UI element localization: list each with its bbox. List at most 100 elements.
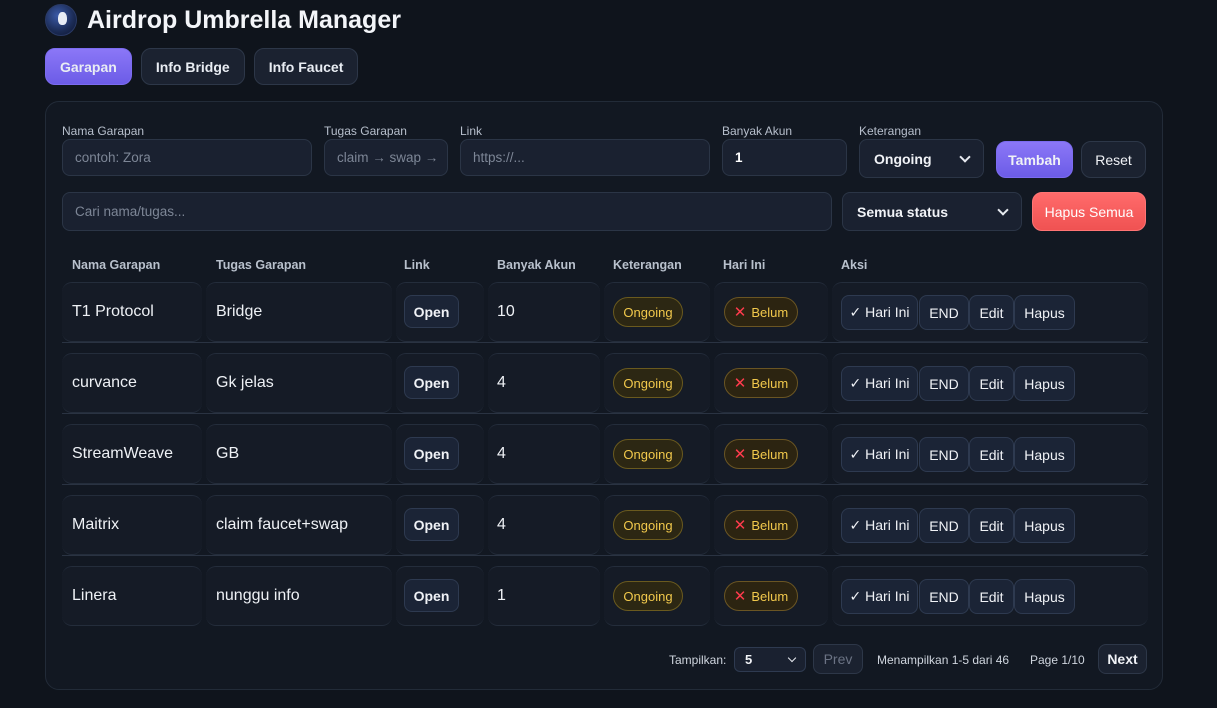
pagination-summary: Menampilkan 1-5 dari 46 xyxy=(877,653,1010,667)
nama-label: Nama Garapan xyxy=(62,124,145,138)
add-button[interactable]: Tambah xyxy=(996,141,1073,178)
keterangan-label: Keterangan xyxy=(859,124,922,138)
app-header: Airdrop Umbrella Manager xyxy=(45,4,401,36)
end-button[interactable]: END xyxy=(919,366,969,401)
end-button[interactable]: END xyxy=(919,579,969,614)
tab-info-faucet[interactable]: Info Faucet xyxy=(253,48,359,85)
today-badge: ✕ Belum xyxy=(724,510,798,540)
delete-button[interactable]: Hapus xyxy=(1014,366,1075,401)
status-badge: Ongoing xyxy=(613,581,683,611)
edit-button[interactable]: Edit xyxy=(969,295,1014,330)
garapan-card: Nama Garapan Tugas Garapan Link Banyak A… xyxy=(45,101,1163,690)
table-row: Linera nunggu info Open 1 Ongoing ✕ Belum… xyxy=(62,566,1148,626)
akun-label: Banyak Akun xyxy=(722,124,793,138)
header-nama: Nama Garapan xyxy=(72,258,161,272)
today-badge: ✕ Belum xyxy=(724,439,798,469)
row-tugas: Bridge xyxy=(216,303,263,320)
row-nama: curvance xyxy=(72,374,137,391)
header-tugas: Tugas Garapan xyxy=(216,258,307,272)
header-hari-ini: Hari Ini xyxy=(723,258,766,272)
today-badge: ✕ Belum xyxy=(724,581,798,611)
row-nama: Maitrix xyxy=(72,516,120,533)
row-akun: 4 xyxy=(497,516,506,533)
table-row: T1 Protocol Bridge Open 10 Ongoing ✕ Belu… xyxy=(62,282,1148,343)
page-size-select[interactable]: 5 xyxy=(734,647,806,672)
row-nama: T1 Protocol xyxy=(72,303,154,320)
nama-input[interactable]: contoh: Zora xyxy=(62,139,312,176)
end-button[interactable]: END xyxy=(919,437,969,472)
header-aksi: Aksi xyxy=(841,258,868,272)
row-nama: Linera xyxy=(72,587,117,604)
edit-button[interactable]: Edit xyxy=(969,579,1014,614)
keterangan-select-value: Ongoing xyxy=(874,150,932,167)
mark-today-button[interactable]: ✓ Hari Ini xyxy=(841,579,918,614)
row-akun: 4 xyxy=(497,374,506,391)
reset-button[interactable]: Reset xyxy=(1081,141,1146,178)
open-link-button[interactable]: Open xyxy=(404,437,459,470)
mark-today-button[interactable]: ✓ Hari Ini xyxy=(841,366,918,401)
row-tugas: GB xyxy=(216,445,240,462)
status-filter-value: Semua status xyxy=(857,203,949,220)
row-akun: 10 xyxy=(497,303,515,320)
delete-button[interactable]: Hapus xyxy=(1014,437,1075,472)
header-akun: Banyak Akun xyxy=(497,258,576,272)
status-badge: Ongoing xyxy=(613,368,683,398)
tab-info-bridge[interactable]: Info Bridge xyxy=(140,48,245,85)
chevron-down-icon xyxy=(787,653,797,662)
link-label: Link xyxy=(460,124,483,138)
header-keterangan: Keterangan xyxy=(613,258,682,272)
astronaut-logo-icon xyxy=(45,4,77,36)
mark-today-button[interactable]: ✓ Hari Ini xyxy=(841,508,918,543)
edit-button[interactable]: Edit xyxy=(969,437,1014,472)
prev-button[interactable]: Prev xyxy=(813,644,863,674)
delete-all-button[interactable]: Hapus Semua xyxy=(1032,192,1146,231)
page-info: Page 1/10 xyxy=(1030,653,1085,667)
delete-button[interactable]: Hapus xyxy=(1014,579,1075,614)
header-link: Link xyxy=(404,258,430,272)
table-row: StreamWeave GB Open 4 Ongoing ✕ Belum ✓ H… xyxy=(62,424,1148,485)
delete-button[interactable]: Hapus xyxy=(1014,508,1075,543)
delete-button[interactable]: Hapus xyxy=(1014,295,1075,330)
chevron-down-icon xyxy=(959,150,971,163)
mark-today-button[interactable]: ✓ Hari Ini xyxy=(841,295,918,330)
row-nama: StreamWeave xyxy=(72,445,174,462)
search-input[interactable]: Cari nama/tugas... xyxy=(62,192,832,231)
tab-garapan[interactable]: Garapan xyxy=(45,48,132,85)
row-tugas: claim faucet+swap xyxy=(216,516,349,533)
open-link-button[interactable]: Open xyxy=(404,295,459,328)
row-akun: 1 xyxy=(497,587,506,604)
row-tugas: Gk jelas xyxy=(216,374,274,391)
cross-mark-icon: ✕ xyxy=(733,446,747,463)
cross-mark-icon: ✕ xyxy=(733,588,747,605)
cross-mark-icon: ✕ xyxy=(733,375,747,392)
link-input[interactable]: https://... xyxy=(460,139,710,176)
edit-button[interactable]: Edit xyxy=(969,366,1014,401)
table-row: curvance Gk jelas Open 4 Ongoing ✕ Belum … xyxy=(62,353,1148,414)
page-size-value: 5 xyxy=(745,652,753,667)
status-badge: Ongoing xyxy=(613,510,683,540)
page-size-label: Tampilkan: xyxy=(669,653,727,667)
status-badge: Ongoing xyxy=(613,297,683,327)
status-filter-select[interactable]: Semua status xyxy=(842,192,1022,231)
open-link-button[interactable]: Open xyxy=(404,579,459,612)
mark-today-button[interactable]: ✓ Hari Ini xyxy=(841,437,918,472)
chevron-down-icon xyxy=(997,203,1009,216)
status-badge: Ongoing xyxy=(613,439,683,469)
keterangan-select[interactable]: Ongoing xyxy=(859,139,984,178)
today-badge: ✕ Belum xyxy=(724,297,798,327)
akun-input[interactable]: 1 xyxy=(722,139,847,176)
today-badge: ✕ Belum xyxy=(724,368,798,398)
end-button[interactable]: END xyxy=(919,508,969,543)
next-button[interactable]: Next xyxy=(1098,644,1147,674)
open-link-button[interactable]: Open xyxy=(404,508,459,541)
main-tabs: Garapan Info Bridge Info Faucet xyxy=(45,48,359,85)
edit-button[interactable]: Edit xyxy=(969,508,1014,543)
cross-mark-icon: ✕ xyxy=(733,517,747,534)
row-tugas: nunggu info xyxy=(216,587,300,604)
row-akun: 4 xyxy=(497,445,506,462)
open-link-button[interactable]: Open xyxy=(404,366,459,399)
tugas-input[interactable]: claim → swap → xyxy=(324,139,448,176)
app-title: Airdrop Umbrella Manager xyxy=(87,5,401,34)
tugas-label: Tugas Garapan xyxy=(324,124,407,138)
end-button[interactable]: END xyxy=(919,295,969,330)
